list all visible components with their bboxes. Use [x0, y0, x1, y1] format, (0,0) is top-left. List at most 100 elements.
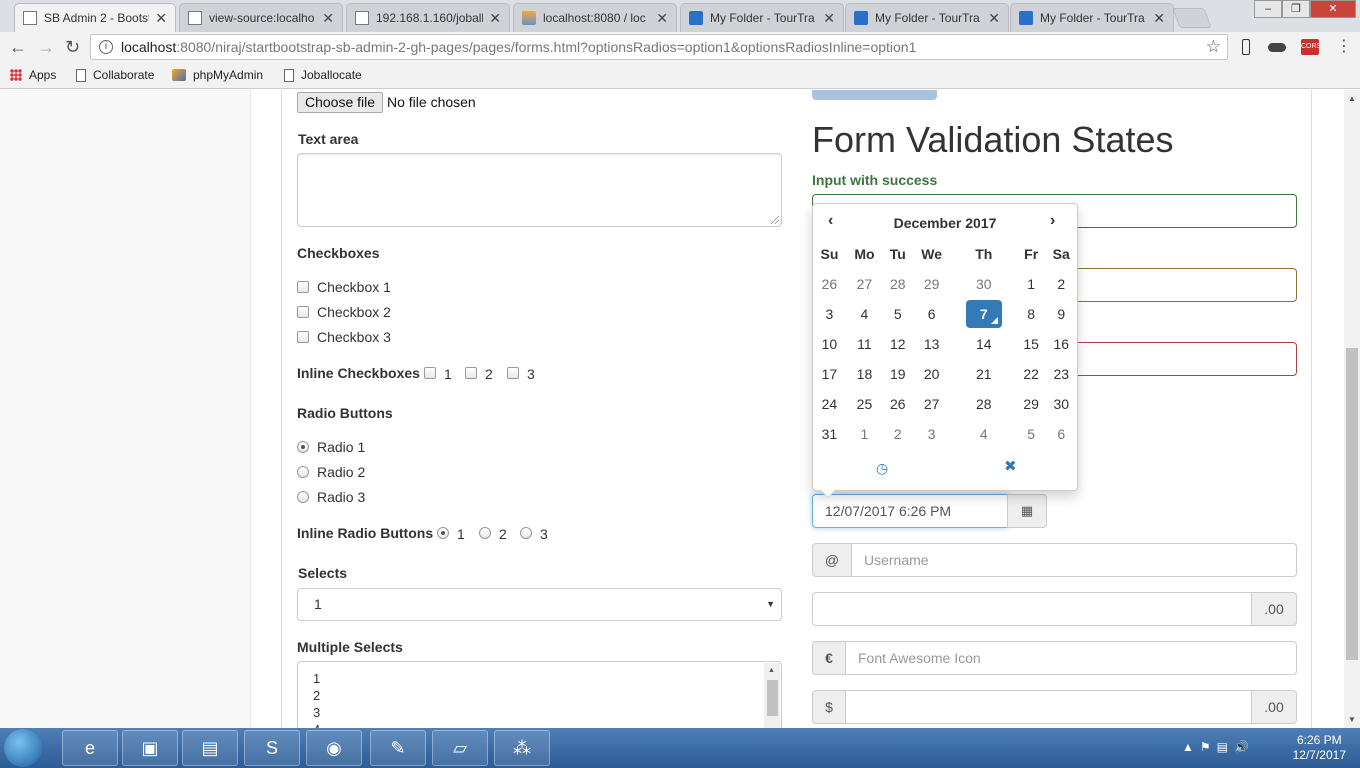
close-icon[interactable]: ✖	[1004, 457, 1017, 475]
calendar-day[interactable]: 3	[913, 419, 951, 449]
checkbox-1[interactable]	[297, 281, 309, 293]
calendar-day[interactable]: 11	[846, 329, 883, 359]
calendar-day[interactable]: 8	[1017, 299, 1046, 329]
tab-tourtrack-2[interactable]: My Folder - TourTra ✕	[845, 3, 1009, 32]
calendar-day[interactable]: 15	[1017, 329, 1046, 359]
calendar-day[interactable]: 2	[883, 419, 913, 449]
network-app-icon[interactable]: ⁂	[494, 730, 550, 766]
inline-radio-2[interactable]	[479, 527, 491, 539]
calendar-day[interactable]: 7	[951, 299, 1017, 329]
reload-icon[interactable]: ↻	[65, 37, 80, 58]
bookmark-joballocate[interactable]: Joballocate	[284, 68, 362, 82]
calendar-day[interactable]: 5	[1017, 419, 1046, 449]
calendar-day[interactable]: 19	[883, 359, 913, 389]
device-icon[interactable]	[1242, 39, 1250, 55]
radio-1[interactable]	[297, 441, 309, 453]
multi-option[interactable]: 4	[298, 721, 781, 728]
font-awesome-input[interactable]: Font Awesome Icon	[846, 641, 1297, 675]
select-dropdown[interactable]: 1 ▼	[297, 588, 782, 621]
calendar-day[interactable]: 24	[813, 389, 846, 419]
close-icon[interactable]: ✕	[656, 10, 668, 27]
inline-checkbox-2[interactable]	[465, 367, 477, 379]
scroll-thumb[interactable]	[767, 680, 778, 716]
tab-sb-admin[interactable]: SB Admin 2 - Bootst ✕	[14, 3, 176, 32]
close-icon[interactable]: ✕	[823, 10, 835, 27]
multi-option[interactable]: 3	[298, 704, 781, 721]
start-button[interactable]	[4, 729, 42, 767]
inline-checkbox-3[interactable]	[507, 367, 519, 379]
calendar-day[interactable]: 14	[951, 329, 1017, 359]
multiple-select[interactable]: 1 2 3 4 ▲	[297, 661, 782, 728]
calendar-day[interactable]: 21	[951, 359, 1017, 389]
calendar-day[interactable]: 12	[883, 329, 913, 359]
address-bar[interactable]: i localhost:8080/niraj/startbootstrap-sb…	[90, 34, 1228, 60]
checkbox-3[interactable]	[297, 331, 309, 343]
calendar-day[interactable]: 28	[951, 389, 1017, 419]
back-arrow-icon[interactable]: ←	[9, 37, 27, 58]
scroll-up-arrow-icon[interactable]: ▲	[1348, 94, 1356, 103]
calendar-day[interactable]: 4	[846, 299, 883, 329]
multi-option[interactable]: 2	[298, 687, 781, 704]
inline-radio-3[interactable]	[520, 527, 532, 539]
cors-extension-icon[interactable]: CORS	[1301, 39, 1321, 55]
calendar-day[interactable]: 30	[951, 269, 1017, 299]
calendar-day[interactable]: 1	[846, 419, 883, 449]
tab-tourtrack-1[interactable]: My Folder - TourTra ✕	[680, 3, 844, 32]
close-icon[interactable]: ✕	[155, 10, 167, 27]
calendar-day[interactable]: 27	[846, 269, 883, 299]
checkbox-2[interactable]	[297, 306, 309, 318]
close-icon[interactable]: ✕	[489, 10, 501, 27]
app-icon[interactable]: ▣	[122, 730, 178, 766]
file-explorer-icon[interactable]: ▤	[182, 730, 238, 766]
calendar-day[interactable]: 26	[883, 389, 913, 419]
inline-radio-1[interactable]	[437, 527, 449, 539]
calendar-day[interactable]: 23	[1045, 359, 1077, 389]
calendar-day[interactable]: 31	[813, 419, 846, 449]
calendar-day[interactable]: 29	[1017, 389, 1046, 419]
amount-input[interactable]	[812, 592, 1252, 626]
calendar-day[interactable]: 3	[813, 299, 846, 329]
internet-explorer-icon[interactable]: e	[62, 730, 118, 766]
calendar-day[interactable]: 2	[1045, 269, 1077, 299]
radio-3[interactable]	[297, 491, 309, 503]
datetime-input[interactable]: 12/07/2017 6:26 PM	[812, 494, 1008, 528]
multi-option[interactable]: 1	[298, 670, 781, 687]
new-tab-button[interactable]	[1172, 8, 1212, 28]
calendar-day[interactable]: 1	[1017, 269, 1046, 299]
close-icon[interactable]: ✕	[1153, 10, 1165, 27]
close-icon[interactable]: ✕	[322, 10, 334, 27]
resize-grip-icon[interactable]	[771, 216, 779, 224]
calendar-day[interactable]: 6	[1045, 419, 1077, 449]
menu-icon[interactable]: ⋮	[1336, 36, 1352, 55]
calendar-day[interactable]: 29	[913, 269, 951, 299]
close-icon[interactable]: ✕	[988, 10, 1000, 27]
tab-view-source[interactable]: view-source:localho ✕	[179, 3, 343, 32]
bookmark-collaborate[interactable]: Collaborate	[76, 68, 154, 82]
bookmark-apps[interactable]: Apps	[10, 68, 56, 82]
calendar-day[interactable]: 28	[883, 269, 913, 299]
text-area[interactable]	[297, 153, 782, 227]
bookmark-phpmyadmin[interactable]: phpMyAdmin	[172, 68, 263, 82]
username-input[interactable]: Username	[852, 543, 1297, 577]
page-scrollbar[interactable]: ▲ ▼	[1344, 90, 1360, 728]
next-month-chevron-icon[interactable]: ›	[1050, 212, 1055, 230]
calendar-day[interactable]: 13	[913, 329, 951, 359]
calendar-day[interactable]: 25	[846, 389, 883, 419]
calendar-day[interactable]: 27	[913, 389, 951, 419]
chrome-icon[interactable]: ◉	[306, 730, 362, 766]
calendar-day[interactable]: 10	[813, 329, 846, 359]
calendar-day[interactable]: 17	[813, 359, 846, 389]
calendar-day[interactable]: 20	[913, 359, 951, 389]
calendar-button[interactable]: ▦	[1007, 494, 1047, 528]
multi-select-scrollbar[interactable]: ▲	[764, 663, 780, 728]
bookmark-star-icon[interactable]: ☆	[1206, 37, 1221, 57]
calendar-day[interactable]: 30	[1045, 389, 1077, 419]
calendar-day[interactable]: 6	[913, 299, 951, 329]
window-close-button[interactable]: ✕	[1310, 0, 1356, 18]
forward-arrow-icon[interactable]: →	[37, 37, 55, 58]
radio-2[interactable]	[297, 466, 309, 478]
choose-file-button[interactable]: Choose file	[297, 92, 384, 113]
calendar-day[interactable]: 4	[951, 419, 1017, 449]
clock-icon[interactable]: ◷	[876, 460, 888, 477]
calendar-day[interactable]: 9	[1045, 299, 1077, 329]
